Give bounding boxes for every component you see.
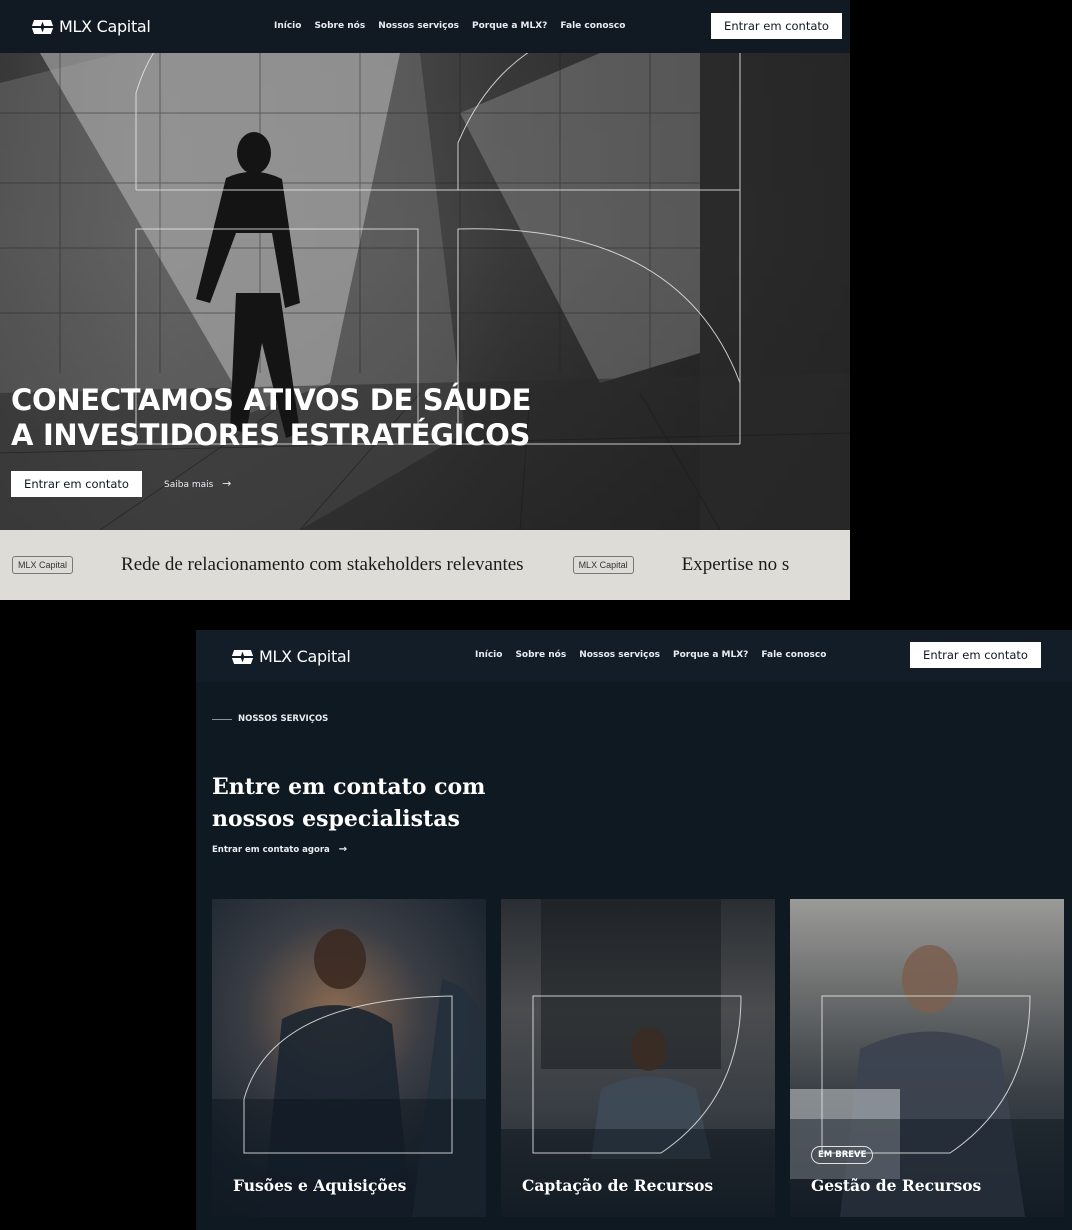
- nav-link-porque[interactable]: Porque a MLX?: [673, 650, 748, 660]
- card-title: Gestão de Recursos: [811, 1176, 982, 1195]
- hero-background-image: [0, 53, 850, 530]
- nav-menu: Início Sobre nós Nossos serviços Porque …: [475, 650, 826, 660]
- ticker-tag: MLX Capital: [12, 556, 74, 574]
- hero-contact-button[interactable]: Entrar em contato: [11, 471, 142, 497]
- card-decoration: [212, 929, 486, 1217]
- nav-link-inicio[interactable]: Início: [274, 21, 301, 31]
- contact-now-label: Entrar em contato agora: [212, 845, 330, 855]
- contact-button[interactable]: Entrar em contato: [711, 13, 842, 39]
- brand-logo[interactable]: MLX Capital: [31, 17, 151, 36]
- coming-soon-badge: EM BREVE: [811, 1146, 874, 1164]
- section-title-line-2: nossos especialistas: [212, 806, 460, 832]
- contact-button[interactable]: Entrar em contato: [910, 642, 1041, 668]
- section-title-line-1: Entre em contato com: [212, 774, 486, 800]
- card-decoration: [790, 945, 1064, 1217]
- logo-mark-icon: [231, 649, 254, 664]
- ticker-tag: MLX Capital: [572, 556, 634, 574]
- nav-link-contato[interactable]: Fale conosco: [761, 650, 826, 660]
- top-navbar: MLX Capital Início Sobre nós Nossos serv…: [196, 630, 1072, 682]
- nav-link-sobre[interactable]: Sobre nós: [314, 21, 365, 31]
- nav-menu: Início Sobre nós Nossos serviços Porque …: [274, 21, 625, 31]
- brand-name: MLX Capital: [259, 647, 351, 666]
- learn-more-label: Saiba mais: [164, 480, 214, 490]
- logo-mark-icon: [31, 19, 54, 34]
- brand-name: MLX Capital: [59, 17, 151, 36]
- eyebrow-line: [212, 718, 232, 720]
- top-navbar: MLX Capital Início Sobre nós Nossos serv…: [0, 0, 850, 53]
- marquee-strip: MLX Capital Rede de relacionamento com s…: [0, 530, 850, 600]
- service-card-asset-management[interactable]: EM BREVE Gestão de Recursos: [790, 899, 1064, 1217]
- ticker-text: Expertise no s: [681, 554, 790, 575]
- nav-link-servicos[interactable]: Nossos serviços: [378, 21, 459, 31]
- learn-more-link[interactable]: Saiba mais →: [164, 477, 231, 490]
- nav-link-servicos[interactable]: Nossos serviços: [579, 650, 660, 660]
- eyebrow-label: NOSSOS SERVIÇOS: [238, 714, 329, 724]
- hero-section: CONECTAMOS ATIVOS DE SÁUDE A INVESTIDORE…: [0, 53, 850, 530]
- card-title: Captação de Recursos: [522, 1176, 714, 1195]
- service-card-fundraising[interactable]: Captação de Recursos: [501, 899, 775, 1217]
- brand-logo[interactable]: MLX Capital: [231, 647, 351, 666]
- services-window: MLX Capital Início Sobre nós Nossos serv…: [196, 630, 1072, 1230]
- hero-headline-line-1: CONECTAMOS ATIVOS DE SÁUDE: [11, 383, 532, 417]
- hero-headline: CONECTAMOS ATIVOS DE SÁUDE A INVESTIDORE…: [11, 383, 531, 453]
- ticker-text: Rede de relacionamento com stakeholders …: [121, 554, 524, 575]
- card-decoration: [501, 899, 775, 1217]
- homepage-window: MLX Capital Início Sobre nós Nossos serv…: [0, 0, 850, 600]
- nav-link-inicio[interactable]: Início: [475, 650, 502, 660]
- card-title: Fusões e Aquisições: [233, 1176, 407, 1195]
- hero-headline-line-2: A INVESTIDORES ESTRATÉGICOS: [11, 418, 531, 452]
- service-card-mergers[interactable]: Fusões e Aquisições: [212, 899, 486, 1217]
- nav-link-contato[interactable]: Fale conosco: [560, 21, 625, 31]
- arrow-right-icon: →: [338, 844, 348, 855]
- nav-link-porque[interactable]: Porque a MLX?: [472, 21, 547, 31]
- contact-now-link[interactable]: Entrar em contato agora →: [212, 844, 347, 855]
- section-eyebrow: NOSSOS SERVIÇOS: [212, 714, 328, 724]
- nav-link-sobre[interactable]: Sobre nós: [515, 650, 566, 660]
- arrow-right-icon: →: [222, 477, 232, 490]
- section-title: Entre em contato com nossos especialista…: [212, 771, 485, 835]
